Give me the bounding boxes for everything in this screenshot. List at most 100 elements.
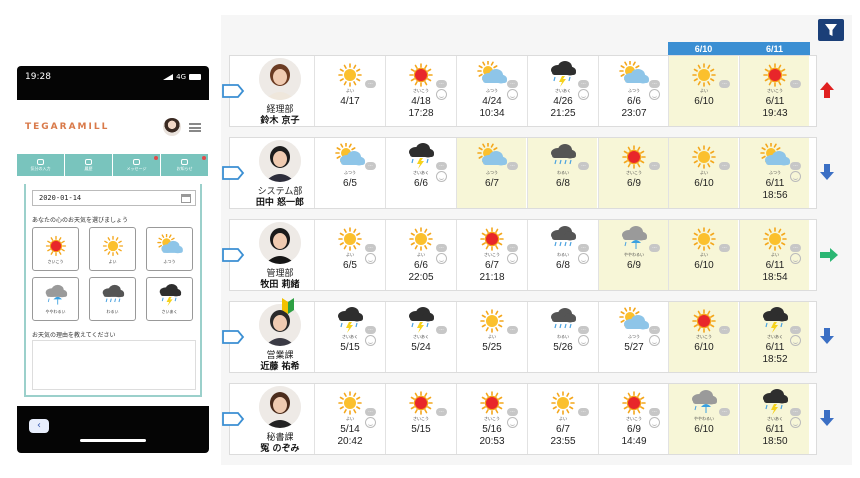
weather-label: ふつう [769, 170, 781, 175]
mood-cell[interactable]: ··· ふつう 6/7 [456, 138, 526, 208]
mood-cell[interactable]: ··· よい 6/10 [668, 138, 738, 208]
mood-cell[interactable]: ··· よい 4/17 [314, 56, 384, 126]
comment-icon[interactable]: ··· [790, 326, 801, 334]
comment-icon[interactable]: ··· [578, 162, 589, 170]
reason-textarea[interactable] [32, 340, 196, 390]
expand-icon[interactable] [221, 329, 245, 345]
mood-cell[interactable]: ··· さいあく 6/11 18:50 [739, 384, 809, 454]
mood-cell[interactable]: ··· よい 5/25 [456, 302, 526, 372]
avatar[interactable] [259, 222, 301, 264]
weather-option-thunder-cloud[interactable]: さいあく [146, 277, 193, 321]
comment-icon[interactable]: ··· [436, 244, 447, 252]
mood-cell[interactable]: ··· さいあく 4/26 21:25 [527, 56, 597, 126]
comment-icon[interactable]: ··· [365, 162, 376, 170]
mood-cell[interactable]: ··· さいこう 6/7 21:18 [456, 220, 526, 290]
mood-cell[interactable]: ··· ややわるい 6/9 [598, 220, 668, 290]
comment-icon[interactable]: ··· [790, 162, 801, 170]
comment-icon[interactable]: ··· [578, 408, 589, 416]
weather-label: よい [700, 252, 708, 257]
comment-icon[interactable]: ··· [649, 326, 660, 334]
tab-2[interactable]: メッセージ [113, 154, 161, 176]
comment-icon[interactable]: ··· [649, 408, 660, 416]
comment-icon[interactable]: ··· [507, 80, 518, 88]
mood-cell[interactable]: ··· よい 6/7 23:55 [527, 384, 597, 454]
mood-cell[interactable]: ··· わるい 6/8 [527, 220, 597, 290]
mood-cell[interactable]: ··· よい 6/10 [668, 56, 738, 126]
mood-cell[interactable]: ··· さいあく 5/24 [385, 302, 455, 372]
mood-cell[interactable]: ··· さいこう 6/10 [668, 302, 738, 372]
calendar-icon[interactable] [181, 194, 191, 203]
expand-icon[interactable] [221, 247, 245, 263]
mood-cell[interactable]: ··· よい 6/10 [668, 220, 738, 290]
mood-cell[interactable]: ··· わるい 5/26 [527, 302, 597, 372]
mood-cell[interactable]: ··· さいこう 4/18 17:28 [385, 56, 455, 126]
weather-option-sunny[interactable]: よい [89, 227, 136, 271]
comment-icon[interactable]: ··· [719, 244, 730, 252]
mood-cell[interactable]: ··· さいこう 6/9 14:49 [598, 384, 668, 454]
comment-icon[interactable]: ··· [649, 162, 660, 170]
mood-cell[interactable]: ··· わるい 6/8 [527, 138, 597, 208]
comment-icon[interactable]: ··· [507, 162, 518, 170]
comment-icon[interactable]: ··· [365, 326, 376, 334]
comment-icon[interactable]: ··· [649, 244, 660, 252]
avatar[interactable] [163, 118, 181, 136]
avatar[interactable] [259, 140, 301, 182]
comment-icon[interactable]: ··· [790, 408, 801, 416]
comment-icon[interactable]: ··· [578, 244, 589, 252]
menu-icon[interactable] [189, 122, 201, 132]
mood-cell[interactable]: ··· ふつう 5/27 [598, 302, 668, 372]
expand-icon[interactable] [221, 411, 245, 427]
filter-button[interactable] [818, 19, 844, 41]
comment-icon[interactable]: ··· [436, 326, 447, 334]
expand-icon[interactable] [221, 165, 245, 181]
weather-option-rain-cloud-umbrella[interactable]: ややわるい [32, 277, 79, 321]
avatar[interactable] [259, 58, 301, 100]
comment-icon[interactable]: ··· [719, 80, 730, 88]
expand-icon[interactable] [221, 83, 245, 99]
comment-icon[interactable]: ··· [365, 408, 376, 416]
mood-cell[interactable]: ··· よい 6/11 18:54 [739, 220, 809, 290]
weather-option-sunny-red[interactable]: さいこう [32, 227, 79, 271]
mood-cell[interactable]: ··· さいこう 5/16 20:53 [456, 384, 526, 454]
comment-icon[interactable]: ··· [436, 80, 447, 88]
back-button[interactable]: ‹ [29, 419, 49, 433]
mood-cell[interactable]: ··· ややわるい 6/10 [668, 384, 738, 454]
comment-icon[interactable]: ··· [507, 326, 518, 334]
mood-cell[interactable]: ··· さいこう 6/9 [598, 138, 668, 208]
weather-option-rain-cloud[interactable]: わるい [89, 277, 136, 321]
entry-time: 18:56 [762, 190, 788, 201]
mood-cell[interactable]: ··· さいあく 6/11 18:52 [739, 302, 809, 372]
mood-cell[interactable]: ··· さいあく 6/6 [385, 138, 455, 208]
comment-icon[interactable]: ··· [436, 162, 447, 170]
comment-icon[interactable]: ··· [790, 244, 801, 252]
comment-icon[interactable]: ··· [719, 326, 730, 334]
mood-cell[interactable]: ··· さいこう 5/15 [385, 384, 455, 454]
mood-cell[interactable]: ··· ふつう 6/11 18:56 [739, 138, 809, 208]
mood-cell[interactable]: ··· ふつう 4/24 10:34 [456, 56, 526, 126]
comment-icon[interactable]: ··· [507, 244, 518, 252]
mood-cell[interactable]: ··· ふつう 6/6 23:07 [598, 56, 668, 126]
comment-icon[interactable]: ··· [507, 408, 518, 416]
comment-icon[interactable]: ··· [649, 80, 660, 88]
mood-cell[interactable]: ··· さいあく 5/15 [314, 302, 384, 372]
tab-1[interactable]: 履歴 [65, 154, 113, 176]
tab-0[interactable]: 気分の入力 [17, 154, 65, 176]
comment-icon[interactable]: ··· [578, 80, 589, 88]
comment-icon[interactable]: ··· [365, 80, 376, 88]
comment-icon[interactable]: ··· [790, 80, 801, 88]
mood-cell[interactable]: ··· よい 6/5 [314, 220, 384, 290]
avatar[interactable] [259, 386, 301, 428]
comment-icon[interactable]: ··· [365, 244, 376, 252]
mood-cell[interactable]: ··· さいこう 6/11 19:43 [739, 56, 809, 126]
date-field[interactable]: 2020-01-14 [32, 190, 196, 206]
comment-icon[interactable]: ··· [719, 408, 730, 416]
weather-label: ふつう [628, 88, 640, 93]
mood-cell[interactable]: ··· よい 5/14 20:42 [314, 384, 384, 454]
tab-3[interactable]: お知らせ [161, 154, 209, 176]
mood-cell[interactable]: ··· ふつう 6/5 [314, 138, 384, 208]
weather-option-partly-cloudy[interactable]: ふつう [146, 227, 193, 271]
comment-icon[interactable]: ··· [719, 162, 730, 170]
comment-icon[interactable]: ··· [436, 408, 447, 416]
comment-icon[interactable]: ··· [578, 326, 589, 334]
mood-cell[interactable]: ··· よい 6/6 22:05 [385, 220, 455, 290]
